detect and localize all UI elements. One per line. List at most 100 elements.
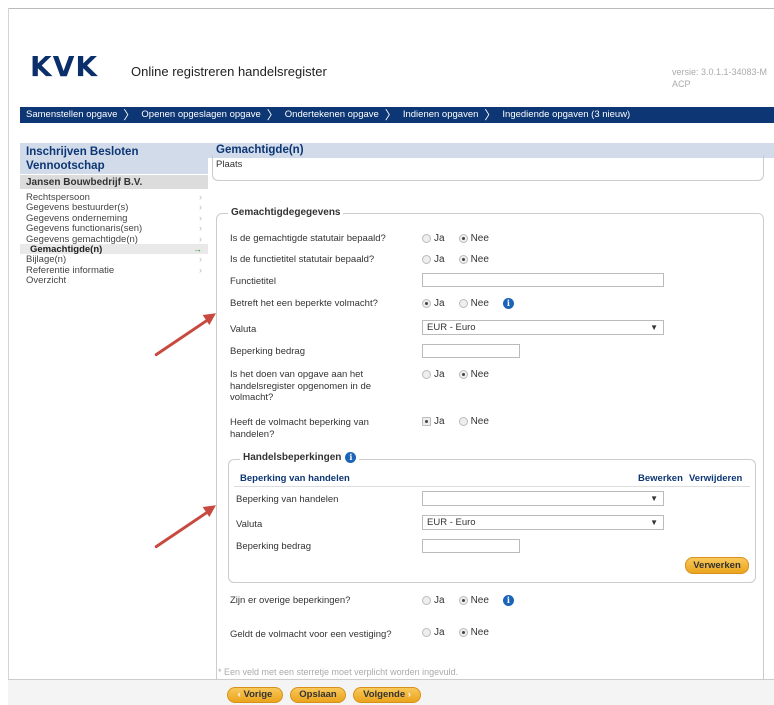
app-title: Online registreren handelsregister: [131, 64, 327, 79]
sidebar: Inschrijven Besloten Vennootschap Jansen…: [20, 143, 208, 286]
edit-link[interactable]: Bewerken: [638, 473, 683, 484]
volgende-button[interactable]: Volgende ›: [353, 687, 421, 703]
chevron-right-icon: 〉: [484, 108, 497, 122]
vorige-button[interactable]: ‹ Vorige: [227, 687, 283, 703]
version-info: versie: 3.0.1.1-34083-M ACP: [672, 66, 774, 90]
radio-label: Ja: [434, 233, 445, 244]
sidebar-item-onderneming[interactable]: Gegevens onderneming ›: [20, 212, 208, 224]
radio-nee[interactable]: [458, 596, 468, 605]
caret-down-icon: ▼: [650, 518, 658, 527]
chevron-right-icon: 〉: [266, 108, 279, 122]
beperking-handelen-radios: Ja Nee: [422, 416, 499, 427]
info-icon[interactable]: i: [502, 298, 514, 309]
sidebar-item-label: Gegevens gemachtigde(n): [26, 233, 138, 245]
radio-option-nee[interactable]: Nee: [458, 595, 489, 606]
chevron-right-icon: 〉: [123, 108, 136, 122]
sidebar-item-gemachtigde-active[interactable]: Gemachtigde(n) →: [20, 243, 208, 255]
main-panel: Gemachtigde(n) Plaats Gemachtigdegegeven…: [208, 143, 774, 705]
beperking-handelen-select[interactable]: ▼: [422, 491, 664, 506]
radio-option-ja[interactable]: Ja: [422, 595, 445, 606]
top-border: [8, 8, 774, 9]
nav-step-indienen[interactable]: Indienen opgaven: [397, 107, 485, 123]
chevron-right-icon: ›: [199, 264, 202, 275]
sidebar-item-label: Gemachtigde(n): [30, 243, 103, 255]
nav-step-ingediend[interactable]: Ingediende opgaven (3 nieuw): [496, 107, 636, 123]
valuta-select-value: EUR - Euro: [427, 322, 476, 333]
radio-ja[interactable]: [422, 596, 431, 605]
chevron-right-icon: ›: [199, 223, 202, 234]
chevron-right-icon: ›: [199, 233, 202, 244]
radio-option-ja[interactable]: Ja: [422, 254, 445, 265]
radio-nee[interactable]: [458, 370, 468, 379]
beperking-bedrag-label: Beperking bedrag: [230, 346, 305, 357]
chevron-right-icon: ›: [199, 192, 202, 202]
sidebar-item-label: Overzicht: [26, 275, 67, 287]
sidebar-heading: Inschrijven Besloten Vennootschap: [20, 143, 208, 174]
overige-beperkingen-radios: Ja Nee i: [422, 595, 514, 606]
required-field-note: * Een veld met een sterretje moet verpli…: [218, 667, 459, 677]
functietitel-input[interactable]: [422, 273, 664, 287]
radio-ja[interactable]: [422, 417, 431, 426]
sidebar-item-rechtspersoon[interactable]: Rechtspersoon ›: [20, 192, 208, 203]
functietitel-label: Functietitel: [230, 276, 276, 287]
radio-nee[interactable]: [458, 255, 468, 264]
valuta-label: Valuta: [230, 324, 257, 335]
hb-valuta-label: Valuta: [236, 519, 263, 530]
radio-option-nee[interactable]: Nee: [458, 416, 489, 427]
label-line: volmacht?: [230, 392, 274, 403]
radio-option-nee[interactable]: Nee: [458, 627, 489, 638]
radio-option-nee[interactable]: Nee: [458, 233, 489, 244]
sidebar-item-label: Gegevens functionaris(sen): [26, 223, 143, 235]
valuta-select[interactable]: EUR - Euro ▼: [422, 320, 664, 335]
vestiging-radios: Ja Nee: [422, 627, 499, 638]
nav-step-openen[interactable]: Openen opgeslagen opgave: [135, 107, 266, 123]
radio-option-ja[interactable]: Ja: [422, 298, 445, 309]
verwerken-button[interactable]: Verwerken: [685, 557, 749, 574]
radio-nee[interactable]: [458, 299, 468, 308]
info-icon[interactable]: i: [345, 452, 357, 463]
statutair-functietitel-label: Is de functietitel statutair bepaald?: [230, 254, 375, 265]
nav-step-ondertekenen[interactable]: Ondertekenen opgave: [279, 107, 385, 123]
sidebar-item-referentie[interactable]: Referentie informatie ›: [20, 264, 208, 276]
info-icon[interactable]: i: [502, 595, 514, 606]
beperkte-volmacht-radios: Ja Nee i: [422, 298, 514, 309]
hb-bedrag-label: Beperking bedrag: [236, 541, 311, 552]
radio-option-ja[interactable]: Ja: [422, 627, 445, 638]
radio-nee[interactable]: [458, 234, 468, 243]
radio-option-ja[interactable]: Ja: [422, 416, 445, 427]
radio-option-ja[interactable]: Ja: [422, 233, 445, 244]
radio-option-nee[interactable]: Nee: [458, 254, 489, 265]
hb-valuta-select[interactable]: EUR - Euro ▼: [422, 515, 664, 530]
plaats-section: [212, 155, 764, 181]
radio-option-nee[interactable]: Nee: [458, 369, 489, 380]
radio-option-nee[interactable]: Nee: [458, 298, 489, 309]
kvk-logo: KVK: [30, 50, 99, 83]
radio-nee[interactable]: [458, 417, 468, 426]
radio-ja[interactable]: [422, 299, 431, 308]
label-line: Is het doen van opgave aan het: [230, 369, 364, 380]
sidebar-item-overzicht[interactable]: Overzicht: [20, 275, 208, 287]
radio-ja[interactable]: [422, 628, 431, 637]
sidebar-item-bestuurders[interactable]: Gegevens bestuurder(s) ›: [20, 202, 208, 213]
beperkte-volmacht-label: Betreft het een beperkte volmacht?: [230, 298, 378, 309]
left-border: [8, 8, 9, 705]
radio-nee[interactable]: [458, 628, 468, 637]
radio-ja[interactable]: [422, 370, 431, 379]
sidebar-item-bijlagen[interactable]: Bijlage(n) ›: [20, 254, 208, 265]
sidebar-item-gemachtigden[interactable]: Gegevens gemachtigde(n) ›: [20, 233, 208, 245]
caret-down-icon: ▼: [650, 494, 658, 503]
radio-label: Ja: [434, 254, 445, 265]
annotation-arrow-line: [154, 317, 211, 357]
radio-option-ja[interactable]: Ja: [422, 369, 445, 380]
opslaan-button[interactable]: Opslaan: [290, 687, 346, 703]
nav-step-samenstellen[interactable]: Samenstellen opgave: [20, 107, 123, 123]
hb-bedrag-input[interactable]: [422, 539, 520, 553]
radio-label: Ja: [434, 627, 445, 638]
radio-ja[interactable]: [422, 234, 431, 243]
delete-link[interactable]: Verwijderen: [689, 473, 742, 484]
chevron-right-icon: ›: [199, 212, 202, 223]
table-divider: [234, 486, 750, 487]
beperking-bedrag-input[interactable]: [422, 344, 520, 358]
sidebar-item-functionarissen[interactable]: Gegevens functionaris(sen) ›: [20, 223, 208, 235]
radio-ja[interactable]: [422, 255, 431, 264]
